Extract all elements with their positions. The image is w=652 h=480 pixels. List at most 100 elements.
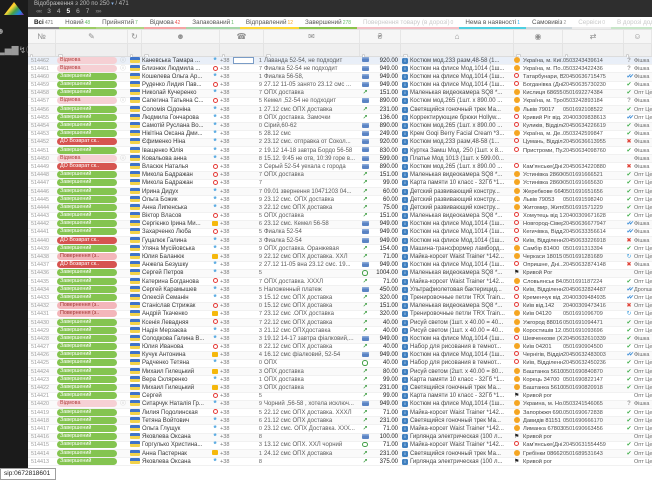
phone-masked-cell xyxy=(233,106,255,114)
payment-cell xyxy=(360,130,370,138)
status-badge: Завершений xyxy=(57,220,117,227)
tab-label: Нема в наявності xyxy=(465,19,516,26)
tab-11[interactable]: В дорозі додому0 xyxy=(611,17,652,29)
tab-0[interactable]: Всі471 xyxy=(28,17,59,29)
tab-4[interactable]: Запакований1 xyxy=(186,17,240,29)
payment-cell xyxy=(360,335,370,343)
carrier-icon-lifecell xyxy=(212,352,218,357)
status-cell: Завершений xyxy=(56,384,118,392)
status-info-icon: ⓘ xyxy=(118,65,128,73)
tab-1[interactable]: Новий48 xyxy=(59,17,96,29)
payment-column-header[interactable]: ₴ xyxy=(360,30,401,43)
product-cell: Гирлянда электрическая (100 л... xyxy=(410,433,514,441)
tracking-status-icon-ok: ✔ xyxy=(626,279,631,285)
reports-icon[interactable]: ▂▅▇ xyxy=(0,45,19,55)
phone-masked-cell xyxy=(233,81,255,89)
tab-2[interactable]: Прийнятий7 xyxy=(96,17,144,29)
order-id-column-header[interactable]: № xyxy=(28,30,56,43)
tab-7[interactable]: Повернення товару (в дорозі)0 xyxy=(357,17,459,29)
phone-column-header[interactable]: ☎ xyxy=(220,30,264,43)
page-number-7[interactable]: 7 xyxy=(86,8,90,16)
product-icon-cell: i xyxy=(401,81,410,89)
phone-edit-input[interactable] xyxy=(233,57,254,64)
tab-6[interactable]: Завершений278 xyxy=(299,17,357,29)
tab-9[interactable]: Самовивіз2 xyxy=(526,17,572,29)
phone-last-digit: 3 xyxy=(255,237,264,245)
product-cell: Костюм на флисе Мод.1014 (1ш... xyxy=(410,335,514,343)
order-id-cell: 514442 xyxy=(28,220,56,228)
app-logo-icon[interactable] xyxy=(4,2,24,15)
payment-cell: ↗ xyxy=(360,384,370,392)
status-filter: ▾ xyxy=(56,44,128,56)
page-size-dropdown-icon[interactable]: ▾ xyxy=(111,1,114,7)
page-number-5[interactable]: 5 xyxy=(66,8,70,16)
courier-icon-ukrposhta xyxy=(514,73,519,78)
product-cell: Майка-корсет Waist Trainer *142... xyxy=(410,278,514,286)
tracking-status-icon-double-check: ✔✔ xyxy=(626,287,631,293)
carrier-cell: * xyxy=(210,147,220,155)
page-number-4[interactable]: 4 xyxy=(57,8,61,16)
phone-last-digit: 3 xyxy=(255,163,264,171)
tab-8[interactable]: Нема в наявності1 xyxy=(459,17,526,29)
first-page-button[interactable]: «« xyxy=(36,8,41,16)
order-id-cell: 514450 xyxy=(28,155,56,163)
tracking-status-cell: ✔ xyxy=(624,204,634,212)
comment-column-header[interactable]: ✉ xyxy=(264,30,360,43)
product-info-icon: i xyxy=(402,254,408,260)
page-number-3[interactable]: 3 xyxy=(47,8,51,16)
sidebar: ▦▤☻⌂₴◄▂▅▇↯ⓘ⇄▶ xyxy=(0,0,28,480)
source-column-header[interactable]: ↻ xyxy=(128,30,142,43)
tab-5[interactable]: Відправлений12 xyxy=(240,17,299,29)
status-column-header[interactable]: ✎ xyxy=(56,30,128,43)
flag-icon-ua xyxy=(130,261,140,267)
order-id-cell: 514415 xyxy=(28,441,56,449)
product-info-icon: i xyxy=(402,320,408,326)
comment-cell: Фиалка 52-54 не подходит xyxy=(264,65,360,73)
courier-icon-novaposhta xyxy=(514,327,520,333)
address-cell: Гребінки 08662 xyxy=(523,450,563,458)
product-cell: Набор для рисования в темнот... xyxy=(410,359,514,367)
price-cell: 60.00 xyxy=(370,196,401,204)
integrations-icon[interactable]: ↯ xyxy=(19,45,27,55)
fulfiller-column-header[interactable]: ☺ xyxy=(624,30,652,43)
carrier-icon-kyivstar: * xyxy=(213,138,216,146)
product-column-header[interactable]: ⌂ xyxy=(401,30,514,43)
carrier-cell: * xyxy=(210,122,220,130)
product-info-icon: i xyxy=(402,410,408,416)
product-icon-cell: i xyxy=(401,425,410,433)
tracking-number-column-header[interactable]: ⇄ xyxy=(563,30,624,43)
comment-cell: Чорний ,56-58 , хотела исключ... xyxy=(264,400,360,408)
product-cell: Маленькая видеокамера SQ8 *... xyxy=(410,212,514,220)
phone-masked-cell xyxy=(233,302,255,310)
tab-10[interactable]: Сервіси0 xyxy=(572,17,611,29)
carrier-icon-kyivstar: * xyxy=(213,294,216,302)
client-name: Вера Скляренко xyxy=(142,376,210,384)
delivery-address-column-header[interactable]: ◉ xyxy=(514,30,563,43)
fulfiller-cell: Фішка xyxy=(634,335,652,343)
client-name: Сергей xyxy=(142,392,210,400)
last-page-button[interactable]: »» xyxy=(95,8,100,16)
payment-cell: ↗ xyxy=(360,376,370,384)
status-info-icon xyxy=(118,253,128,261)
phone-masked-cell xyxy=(233,286,255,294)
product-info-icon: i xyxy=(402,123,408,129)
tab-3[interactable]: Відмова42 xyxy=(144,17,186,29)
courier-cell xyxy=(514,81,523,89)
address-cell: Черкаси 18015 xyxy=(523,253,563,261)
order-id-cell: 514418 xyxy=(28,417,56,425)
clients-icon[interactable]: ☻ xyxy=(0,26,5,36)
product-info-icon: i xyxy=(402,180,408,186)
order-row[interactable]: 514413ЗавершенийЯковлева Оксана*+388↗375… xyxy=(28,458,652,466)
tracking-cell: 20450632874148 xyxy=(563,261,624,269)
carrier-cell xyxy=(210,310,220,318)
address-cell: Богданівка (Дні... xyxy=(523,81,563,89)
product-cell: Костюм мод.233 разм,48-58 (1... xyxy=(410,57,514,65)
client-column-header[interactable]: ☻ xyxy=(142,30,220,43)
tracking-status-cell: ✔ xyxy=(624,81,634,89)
display-range[interactable]: Відображення з 200 по 250 ▾ / 471 xyxy=(34,1,652,8)
page-number-6[interactable]: 6 xyxy=(76,8,80,16)
address-cell: Татарбунари, Ві... xyxy=(523,73,563,81)
order-id-cell: 514441 xyxy=(28,228,56,236)
phone-prefix: +38 xyxy=(220,409,233,417)
address-cell: Львів 79017 xyxy=(523,106,563,114)
